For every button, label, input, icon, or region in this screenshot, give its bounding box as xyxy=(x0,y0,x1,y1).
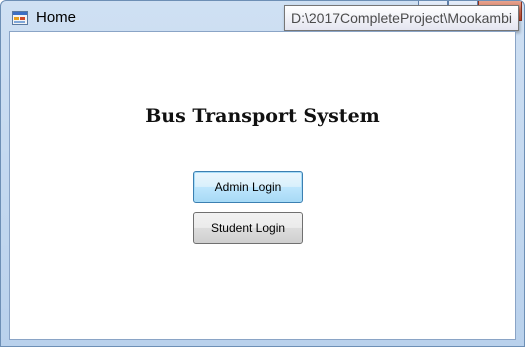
form-app-icon xyxy=(12,11,28,25)
title-bar[interactable]: Home – ☐ ✕ D:\2017CompleteProject\Mookam… xyxy=(1,1,524,31)
path-tooltip: D:\2017CompleteProject\Mookambi xyxy=(284,5,519,31)
admin-login-label: Admin Login xyxy=(214,180,282,194)
window-title: Home xyxy=(36,9,77,26)
app-window: Home – ☐ ✕ D:\2017CompleteProject\Mookam… xyxy=(0,0,525,347)
form-client-area: Bus Transport System Admin Login Student… xyxy=(9,31,516,340)
student-login-button[interactable]: Student Login xyxy=(193,212,303,244)
admin-login-button[interactable]: Admin Login xyxy=(193,171,303,203)
page-title: Bus Transport System xyxy=(145,105,380,127)
student-login-label: Student Login xyxy=(210,221,286,235)
